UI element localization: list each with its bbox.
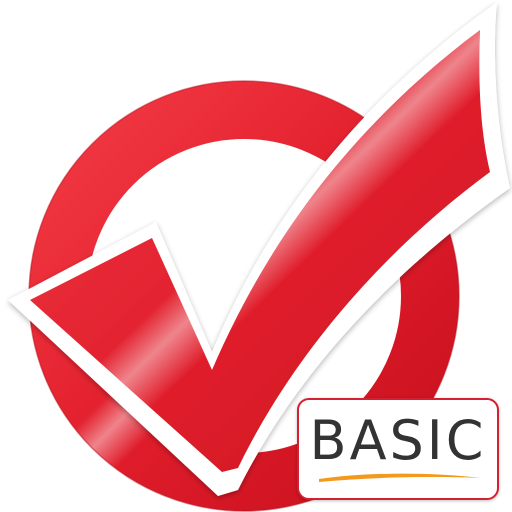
basic-badge: BASIC bbox=[297, 398, 499, 500]
swoosh-underline-icon bbox=[319, 473, 481, 482]
badge-label: BASIC bbox=[309, 409, 487, 472]
app-icon: BASIC bbox=[0, 0, 512, 512]
